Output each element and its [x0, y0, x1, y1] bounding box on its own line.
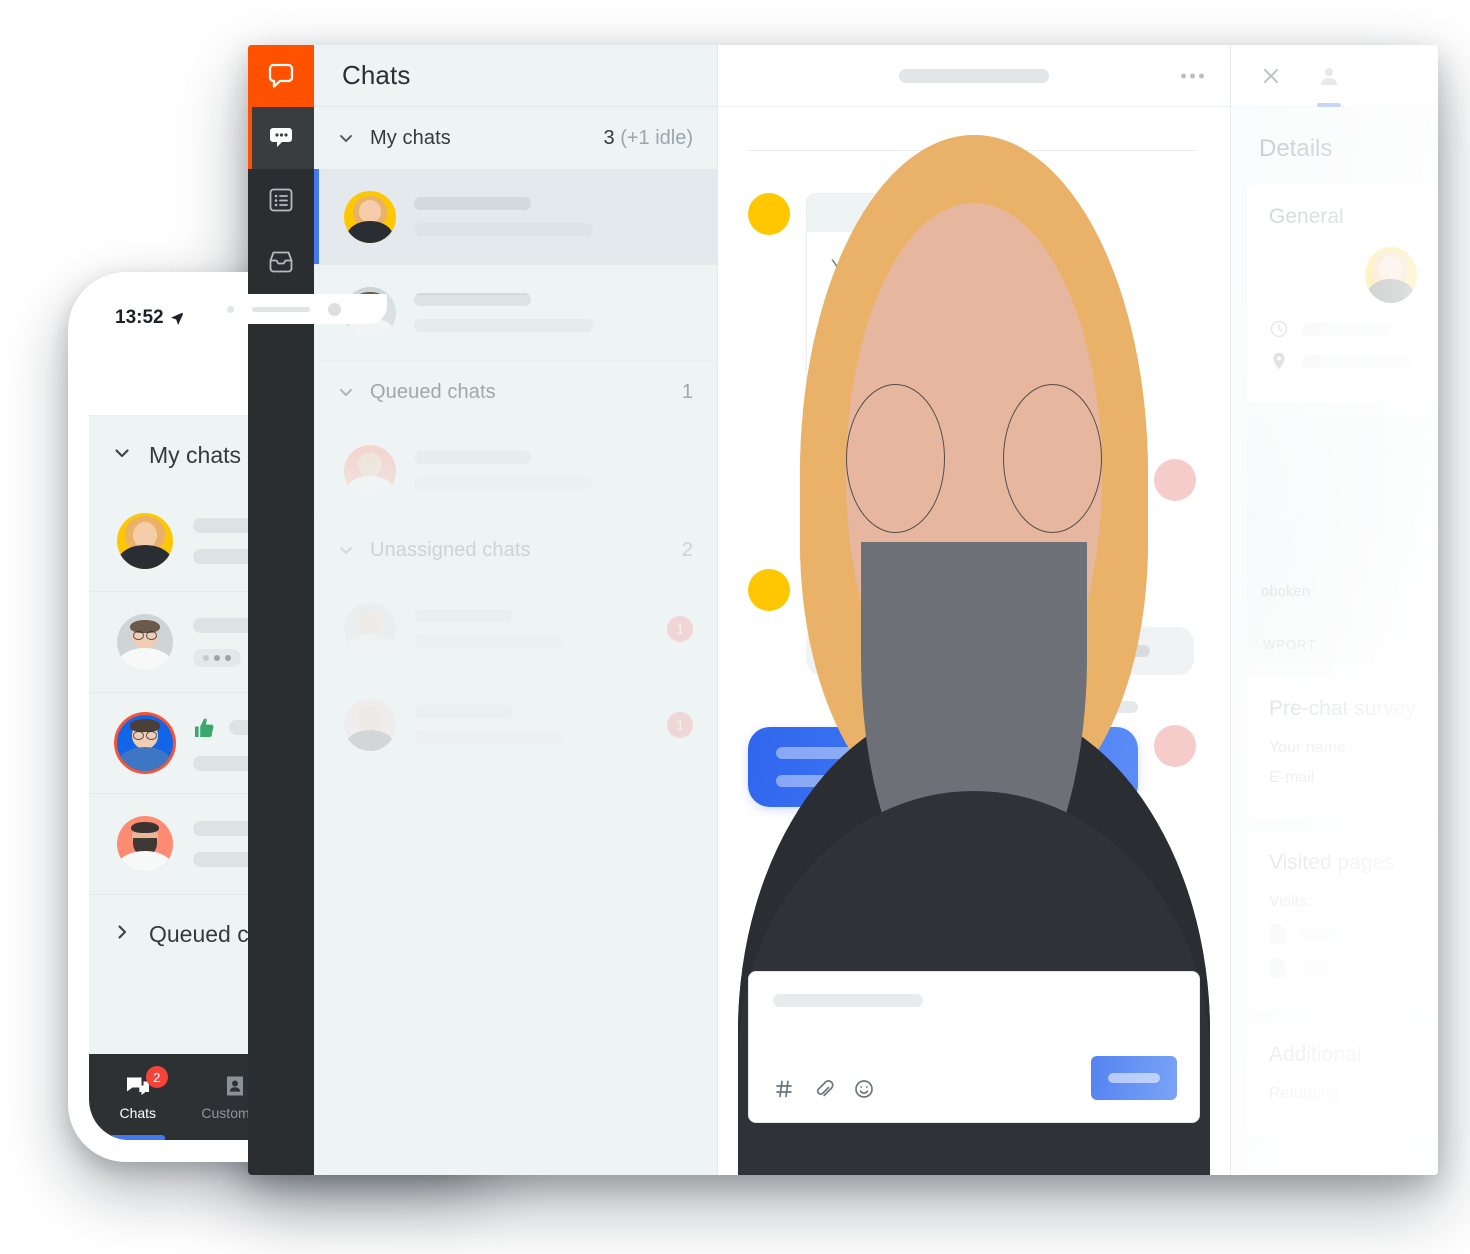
- message-thread: Today Your name:: [718, 107, 1230, 1175]
- chevron-right-icon: [111, 921, 133, 948]
- sidebar-item-traffic[interactable]: [248, 169, 314, 231]
- hashtag-icon[interactable]: [773, 1078, 795, 1100]
- chat-list-row[interactable]: 1: [314, 677, 717, 773]
- prechat-email-line: E-mail: [1269, 769, 1315, 786]
- app-sidebar-rail: [248, 45, 314, 1175]
- section-header-my-chats[interactable]: My chats 3 (+1 idle): [314, 107, 717, 169]
- earpiece-speaker: [252, 306, 310, 312]
- composer-placeholder: [773, 994, 923, 1007]
- chat-list-row[interactable]: [314, 169, 717, 265]
- phone-notch: [181, 294, 387, 324]
- nav-badge: 2: [145, 1066, 168, 1088]
- livechat-logo-icon[interactable]: [248, 45, 314, 107]
- avatar: [1364, 247, 1417, 303]
- thumbs-up-icon: [193, 716, 217, 740]
- conversation-panel: Today Your name:: [718, 45, 1230, 1175]
- chevron-down-icon: [336, 382, 356, 402]
- status-time: 13:52: [115, 307, 185, 329]
- chat-preview-lines: [414, 609, 649, 648]
- message-outgoing: [738, 203, 1210, 1175]
- clock-icon: [1270, 320, 1288, 338]
- details-card-general: General: [1247, 185, 1438, 403]
- chat-preview-lines: [414, 293, 693, 332]
- chevron-down-icon: [111, 442, 133, 469]
- section-label: Queued chats: [370, 380, 496, 403]
- active-indicator: [248, 107, 252, 169]
- section-label: Unassigned chats: [370, 538, 531, 561]
- avatar: [117, 816, 173, 872]
- livechat-desktop-window: Chats My chats 3 (+1 idle) Queued chats …: [248, 45, 1438, 1175]
- details-row-duration: [1269, 319, 1438, 339]
- chevron-down-icon: [336, 540, 356, 560]
- sensor-dot: [227, 305, 234, 313]
- section-header-unassigned-chats[interactable]: Unassigned chats 2: [314, 519, 717, 581]
- paperclip-icon[interactable]: [813, 1078, 835, 1100]
- nav-item-chats[interactable]: 2 Chats: [89, 1054, 187, 1140]
- chat-list-header: Chats: [314, 45, 717, 107]
- chevron-down-icon: [336, 128, 356, 148]
- chat-preview-lines: [414, 197, 693, 236]
- unread-badge: 1: [667, 711, 693, 738]
- avatar: [344, 602, 396, 655]
- details-card-prechat: Pre-chat survey Your name E-mail: [1247, 677, 1438, 819]
- visited-page-row[interactable]: [1269, 923, 1438, 945]
- chat-preview-lines: [414, 451, 693, 490]
- sidebar-item-archives[interactable]: [248, 231, 314, 293]
- emoji-icon[interactable]: [853, 1078, 875, 1100]
- send-button[interactable]: [1091, 1056, 1177, 1100]
- page-icon: [1271, 958, 1285, 978]
- location-pin-icon: [1273, 352, 1285, 370]
- avatar: [344, 190, 396, 243]
- screenshot-stage: Chats My chats 3 (+1 idle) Queued chats …: [0, 0, 1470, 1254]
- details-card-visited-pages: Visited pages Visits:: [1247, 831, 1438, 1011]
- front-camera: [328, 302, 341, 316]
- card-heading: Visited pages: [1269, 851, 1395, 874]
- chat-list-panel: Chats My chats 3 (+1 idle) Queued chats …: [314, 45, 718, 1175]
- close-icon[interactable]: [1259, 45, 1283, 107]
- details-title: Details: [1259, 135, 1333, 162]
- card-heading: Pre-chat survey: [1269, 697, 1417, 720]
- avatar: [738, 203, 1210, 1175]
- section-label: My chats: [149, 442, 242, 468]
- selected-indicator: [314, 169, 319, 264]
- chat-preview-lines: [414, 705, 649, 744]
- returning-line: Returning: [1269, 1085, 1339, 1102]
- typing-indicator: [193, 648, 241, 667]
- details-card-additional: Additional Returning: [1247, 1023, 1438, 1135]
- section-count: 3 (+1 idle): [603, 126, 694, 149]
- message-composer[interactable]: [748, 971, 1200, 1123]
- section-header-queued-chats[interactable]: Queued chats 1: [314, 361, 717, 423]
- page-icon: [1271, 924, 1285, 944]
- chat-list-row[interactable]: [314, 423, 717, 519]
- details-panel: Details General oboken WPORT Pre-chat su…: [1230, 45, 1438, 1175]
- avatar: [344, 444, 396, 497]
- send-label-placeholder: [1108, 1073, 1160, 1083]
- avatar: [117, 715, 173, 771]
- customers-icon: [227, 1076, 244, 1096]
- nav-label: Chats: [119, 1105, 157, 1121]
- avatar: [117, 614, 173, 670]
- sidebar-item-chats[interactable]: [248, 107, 314, 169]
- map-label: oboken: [1261, 583, 1311, 600]
- details-tabs: [1231, 45, 1438, 107]
- section-count: 2: [681, 538, 693, 561]
- chat-list-row[interactable]: 1: [314, 581, 717, 677]
- visits-label: Visits:: [1269, 893, 1312, 910]
- card-heading: Additional: [1269, 1043, 1362, 1066]
- avatar: [117, 513, 173, 569]
- section-count: 1: [681, 380, 693, 403]
- prechat-name-line: Your name: [1269, 739, 1346, 756]
- unread-badge: 1: [667, 615, 693, 642]
- map-label: WPORT: [1263, 637, 1317, 652]
- section-label: My chats: [370, 126, 451, 149]
- customer-location-map[interactable]: oboken WPORT: [1247, 415, 1438, 665]
- visited-page-row[interactable]: [1269, 957, 1438, 979]
- details-row-location: [1269, 351, 1438, 371]
- page-title: Chats: [342, 60, 411, 90]
- avatar: [344, 698, 396, 751]
- tab-customer-details[interactable]: [1317, 45, 1341, 107]
- card-heading: General: [1269, 205, 1344, 228]
